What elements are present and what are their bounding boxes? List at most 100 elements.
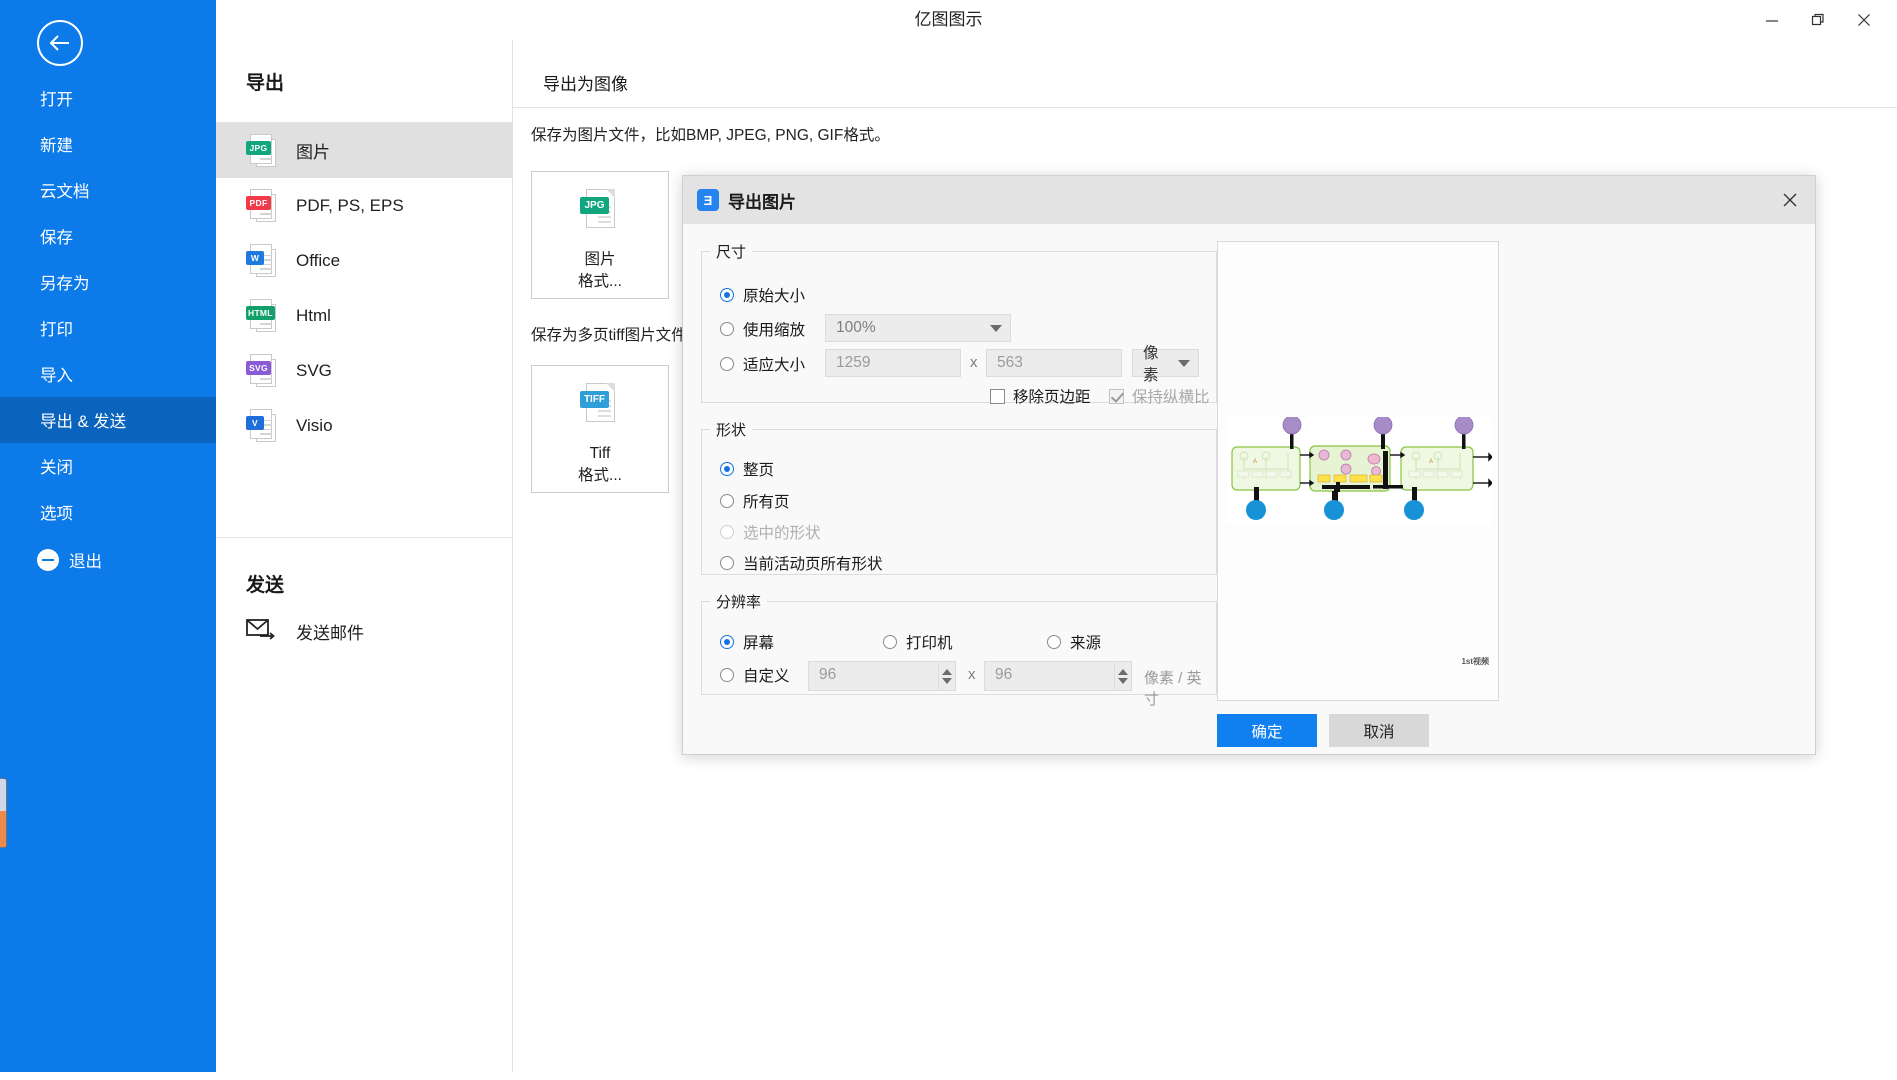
format-card-caption: Tiff 格式... (578, 443, 622, 487)
rail-label: 云文档 (40, 183, 90, 201)
radio-dot-icon (883, 635, 897, 649)
tiff-file-icon-large: TIFF (580, 383, 620, 427)
badge-label: V (246, 415, 264, 430)
checkbox-keep-aspect-ratio[interactable]: 保持纵横比 (1109, 385, 1210, 407)
dpi-x-stepper[interactable]: 96 (808, 661, 956, 691)
sidebar-item-save[interactable]: 保存 (0, 213, 216, 259)
sidebar-item-cloud-docs[interactable]: 云文档 (0, 167, 216, 213)
svg-text:A: A (1253, 459, 1257, 465)
pane-description-tiff: 保存为多页tiff图片文件 (531, 327, 687, 344)
stepper-arrows-icon[interactable] (1114, 662, 1131, 690)
radio-label: 使用缩放 (743, 322, 806, 339)
rail-label: 保存 (40, 229, 73, 247)
export-item-office[interactable]: W Office (216, 233, 513, 288)
page-title: 导出为图像 (543, 75, 628, 94)
rail-label: 退出 (69, 553, 102, 571)
dpi-x-input[interactable]: 96 (809, 662, 938, 690)
badge-label: JPG (246, 140, 271, 155)
visio-file-icon: V (246, 408, 276, 443)
radio-label: 来源 (1070, 635, 1102, 652)
send-mail-label: 发送邮件 (296, 624, 364, 643)
export-column: 导出 JPG 图片 PDF PDF, PS, EPS W Office HTML… (216, 40, 513, 1072)
close-button[interactable] (1841, 0, 1887, 40)
export-item-svg[interactable]: SVG SVG (216, 343, 513, 398)
back-arrow-icon[interactable] (37, 20, 83, 66)
chevron-down-icon (1178, 359, 1190, 367)
radio-screen[interactable]: 屏幕 (720, 631, 774, 653)
dialog-body: 尺寸 原始大小 使用缩放 100% 适应大小 1259 x 563 像素 移除页… (683, 224, 1815, 754)
badge-label: W (246, 250, 264, 265)
fit-width-input[interactable]: 1259 (825, 349, 961, 377)
sidebar-item-import[interactable]: 导入 (0, 351, 216, 397)
radio-all-pages[interactable]: 所有页 (720, 490, 790, 512)
dimension-separator: x (970, 354, 978, 371)
sidebar-item-save-as[interactable]: 另存为 (0, 259, 216, 305)
radio-whole-page[interactable]: 整页 (720, 458, 774, 480)
sidebar-item-print[interactable]: 打印 (0, 305, 216, 351)
export-item-visio[interactable]: V Visio (216, 398, 513, 453)
radio-fit-size[interactable]: 适应大小 (720, 353, 805, 375)
radio-dot-icon (720, 322, 734, 336)
divider (216, 537, 513, 538)
sidebar-item-options[interactable]: 选项 (0, 489, 216, 535)
dialog-header: Ǝ 导出图片 (683, 176, 1815, 224)
export-item-image[interactable]: JPG 图片 (216, 123, 513, 178)
cancel-button[interactable]: 取消 (1329, 714, 1429, 747)
send-section-title: 发送 (246, 575, 285, 596)
restore-button[interactable] (1795, 0, 1841, 40)
sidebar-item-close[interactable]: 关闭 (0, 443, 216, 489)
format-card-caption: 图片 格式... (578, 249, 622, 293)
radio-use-scale[interactable]: 使用缩放 (720, 318, 805, 340)
radio-dot-icon (720, 494, 734, 508)
export-item-html[interactable]: HTML Html (216, 288, 513, 343)
divider (513, 107, 1897, 108)
checkbox-remove-margin[interactable]: 移除页边距 (990, 385, 1091, 407)
export-item-pdf-ps-eps[interactable]: PDF PDF, PS, EPS (216, 178, 513, 233)
export-item-label: 图片 (296, 143, 330, 162)
format-card-image[interactable]: JPG 图片 格式... (531, 171, 669, 299)
dpi-y-stepper[interactable]: 96 (984, 661, 1132, 691)
send-mail-item[interactable]: 发送邮件 (246, 618, 364, 645)
sidebar-item-new[interactable]: 新建 (0, 121, 216, 167)
rail-label: 导出 & 发送 (40, 413, 127, 431)
dialog-title: 导出图片 (728, 192, 796, 212)
stepper-arrows-icon[interactable] (938, 662, 955, 690)
fit-height-input[interactable]: 563 (986, 349, 1122, 377)
edge-scroll-handle[interactable] (0, 778, 7, 848)
caption-line2: 格式... (578, 273, 622, 290)
sidebar-item-exit[interactable]: 退出 (0, 537, 216, 583)
checkbox-box-icon (990, 388, 1005, 404)
sidebar-item-export-and-send[interactable]: 导出 & 发送 (0, 397, 216, 443)
preview-diagram: A A (1231, 415, 1493, 520)
unit-select[interactable]: 像素 (1132, 345, 1199, 384)
app-window: 亿图图示 打开 新建 云文档 保存 另存为 打印 导入 导出 & 发送 关闭 选… (0, 0, 1897, 1080)
pane-description-image: 保存为图片文件，比如BMP, JPEG, PNG, GIF格式。 (531, 127, 890, 144)
rail-menu: 打开 新建 云文档 保存 另存为 打印 导入 导出 & 发送 关闭 选项 退出 (0, 75, 216, 583)
dpi-y-input[interactable]: 96 (985, 662, 1114, 690)
resolution-group-legend: 分辨率 (716, 594, 762, 611)
svg-text:A: A (1429, 459, 1433, 465)
export-item-label: PDF, PS, EPS (296, 195, 404, 215)
ok-button[interactable]: 确定 (1217, 714, 1317, 747)
close-icon[interactable] (1773, 184, 1807, 216)
checkbox-box-icon (1109, 388, 1124, 404)
radio-printer[interactable]: 打印机 (883, 631, 953, 653)
sidebar-item-open[interactable]: 打开 (0, 75, 216, 121)
word-file-icon: W (246, 243, 276, 278)
radio-dot-icon (720, 556, 734, 570)
export-format-list: JPG 图片 PDF PDF, PS, EPS W Office HTML Ht… (216, 123, 513, 453)
radio-label: 所有页 (743, 494, 790, 511)
format-card-tiff[interactable]: TIFF Tiff 格式... (531, 365, 669, 493)
radio-dot-icon (720, 462, 734, 476)
radio-custom-dpi[interactable]: 自定义 (720, 664, 790, 686)
radio-label: 当前活动页所有形状 (743, 556, 883, 573)
minimize-button[interactable] (1749, 0, 1795, 40)
radio-all-shapes-on-active-page[interactable]: 当前活动页所有形状 (720, 552, 883, 574)
radio-original-size[interactable]: 原始大小 (720, 284, 805, 306)
dialog-actions: 确定 取消 (1217, 714, 1499, 747)
radio-source[interactable]: 来源 (1047, 631, 1101, 653)
scale-select[interactable]: 100% (825, 314, 1011, 342)
caption-line1: 图片 (584, 251, 616, 268)
preview-watermark: 1st视频 (1461, 657, 1489, 666)
scale-value: 100% (836, 319, 876, 336)
